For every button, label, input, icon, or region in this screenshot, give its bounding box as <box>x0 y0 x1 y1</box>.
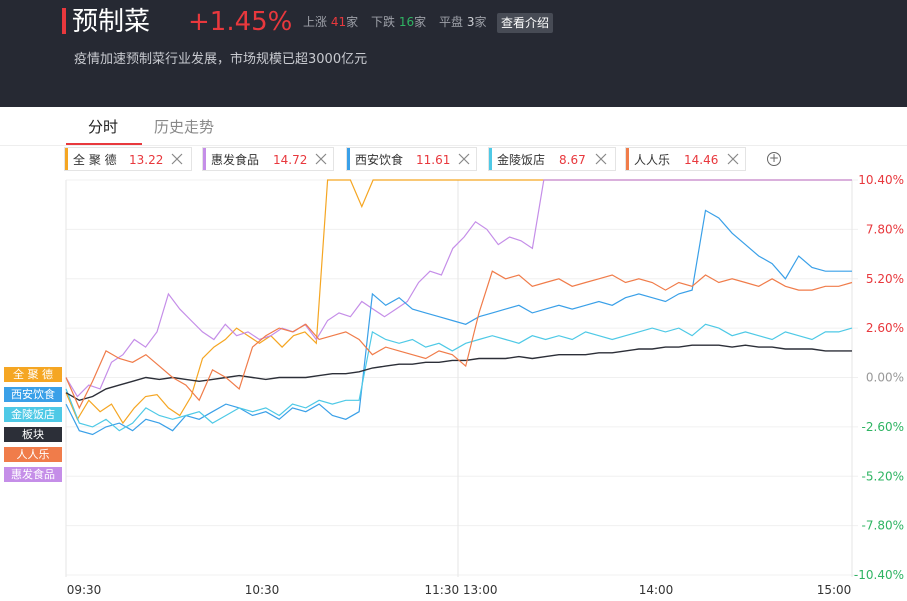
y-tick-label: -5.20% <box>862 469 904 483</box>
y-tick-label: -2.60% <box>862 420 904 434</box>
x-tick-label: 15:00 <box>817 583 852 597</box>
y-tick-label: 0.00% <box>866 371 904 385</box>
y-tick-label: 5.20% <box>866 272 904 286</box>
series-line <box>65 270 853 410</box>
series-line <box>65 179 852 425</box>
x-tick-label: 14:00 <box>639 583 674 597</box>
y-tick-label: 7.80% <box>866 222 904 236</box>
intraday-chart: 10.40% 7.80% 5.20% 2.60% 0.00% -2.60% -5.20% -7… <box>65 173 904 597</box>
series-line <box>65 179 852 398</box>
y-tick-label: 2.60% <box>866 321 904 335</box>
x-tick-label: 11:30 13:00 <box>425 583 498 597</box>
x-tick-label: 09:30 <box>67 583 102 597</box>
y-tick-label: -7.80% <box>862 519 904 533</box>
x-tick-label: 10:30 <box>245 583 280 597</box>
y-tick-label: 10.40% <box>858 173 904 187</box>
series-line <box>65 209 852 436</box>
series-line <box>65 344 852 402</box>
y-tick-label: -10.40% <box>854 568 904 582</box>
